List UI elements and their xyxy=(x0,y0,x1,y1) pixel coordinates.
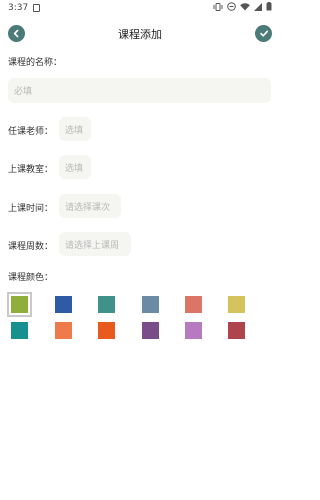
dnd-icon xyxy=(227,2,236,14)
classroom-input[interactable]: 选填 xyxy=(59,155,91,179)
course-name-placeholder: 必填 xyxy=(14,87,33,97)
class-time-placeholder: 请选择课次 xyxy=(65,202,111,213)
signal-icon xyxy=(254,2,262,14)
teacher-label: 任课老师： xyxy=(8,127,54,137)
color-swatch-12[interactable] xyxy=(228,322,245,339)
notification-icon xyxy=(33,4,41,12)
color-swatch-6[interactable] xyxy=(228,296,245,313)
check-icon xyxy=(259,30,268,37)
wifi-icon xyxy=(240,2,250,14)
course-weeks-label: 课程周数： xyxy=(8,242,54,252)
course-name-label: 课程的名称： xyxy=(8,58,63,68)
color-swatch-1[interactable] xyxy=(7,292,32,317)
app-bar: 课程添加 xyxy=(0,20,280,48)
classroom-label: 上课教室： xyxy=(8,165,54,175)
page-title: 课程添加 xyxy=(118,28,162,41)
vibrate-icon xyxy=(213,2,223,14)
color-swatch-9[interactable] xyxy=(98,322,115,339)
color-swatch-7[interactable] xyxy=(11,322,28,339)
color-swatch-4[interactable] xyxy=(142,296,159,313)
class-time-label: 上课时间： xyxy=(8,204,54,214)
course-weeks-select[interactable]: 请选择上课周 xyxy=(59,232,131,256)
teacher-input[interactable]: 选填 xyxy=(59,117,91,141)
teacher-placeholder: 选填 xyxy=(65,125,84,136)
status-time: 3:37 xyxy=(8,3,29,13)
course-color-label: 课程颜色： xyxy=(8,273,54,283)
battery-icon xyxy=(266,2,272,14)
course-weeks-placeholder: 请选择上课周 xyxy=(65,240,120,251)
color-swatch-8[interactable] xyxy=(55,322,72,339)
color-swatch-5[interactable] xyxy=(185,296,202,313)
classroom-placeholder: 选填 xyxy=(65,163,84,174)
color-swatch-2[interactable] xyxy=(55,296,72,313)
status-bar: 3:37 xyxy=(0,0,280,16)
color-swatch-10[interactable] xyxy=(142,322,159,339)
color-swatch-3[interactable] xyxy=(98,296,115,313)
color-swatch-11[interactable] xyxy=(185,322,202,339)
class-time-select[interactable]: 请选择课次 xyxy=(59,194,121,218)
course-name-input[interactable]: 必填 xyxy=(8,78,271,103)
confirm-button[interactable] xyxy=(255,25,272,42)
